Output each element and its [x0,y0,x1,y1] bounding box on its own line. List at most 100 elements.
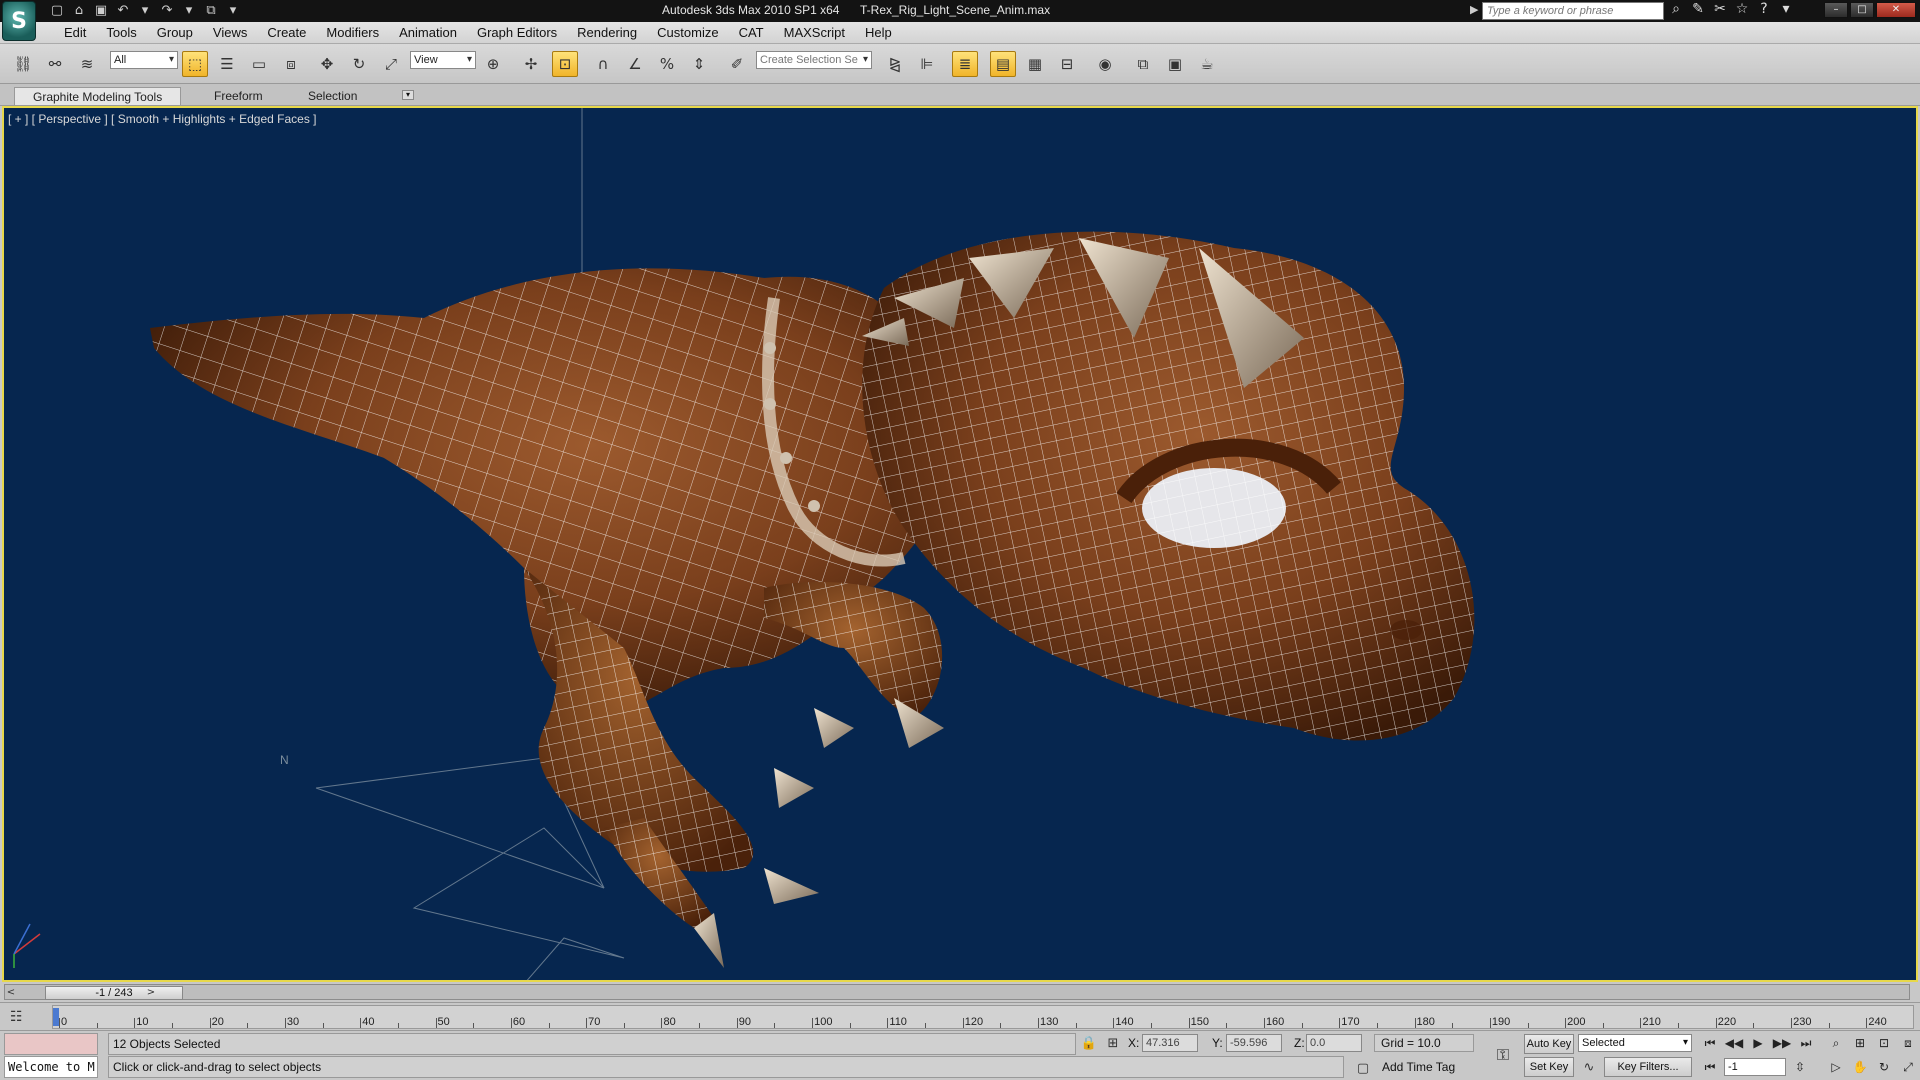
subscription-icon[interactable]: ✎ [1690,1,1706,17]
unlink-icon[interactable]: ⚯ [42,51,68,77]
select-rotate-icon[interactable]: ↻ [346,51,372,77]
menu-group[interactable]: Group [147,25,203,41]
search-binoculars-icon[interactable]: ⌕ [1668,1,1684,17]
reference-coord-select[interactable]: View [410,51,476,69]
close-icon[interactable]: ✕ [1876,2,1916,18]
percent-snap-icon[interactable]: % [654,51,680,77]
project-folder-icon[interactable]: ⧉ [202,2,220,20]
save-icon[interactable]: ▣ [92,2,110,20]
help-dropdown-icon[interactable]: ▾ [1778,1,1794,17]
menu-animation[interactable]: Animation [389,25,467,41]
trex-model[interactable] [150,231,1475,968]
key-filters-button[interactable]: Key Filters... [1604,1057,1692,1077]
select-scale-icon[interactable]: ⤢ [378,51,404,77]
pivot-center-icon[interactable]: ⊕ [480,51,506,77]
key-mode-toggle-icon[interactable]: ⏮ [1700,1058,1720,1076]
goto-start-icon[interactable]: ⏮ [1700,1034,1720,1052]
goto-end-icon[interactable]: ⏭ [1796,1034,1816,1052]
align-icon[interactable]: ⊫ [914,51,940,77]
menu-edit[interactable]: Edit [54,25,96,41]
time-tag-icon[interactable]: ▢ [1354,1060,1372,1078]
mirror-icon[interactable]: ⧎ [882,51,908,77]
zoom-all-icon[interactable]: ⊞ [1850,1034,1870,1052]
menu-cat[interactable]: CAT [729,25,774,41]
snaps-toggle-icon[interactable]: ∩ [590,51,616,77]
material-editor-icon[interactable]: ◉ [1092,51,1118,77]
time-slider-thumb[interactable]: -1 / 243 [45,986,183,1000]
play-icon[interactable]: ▶ [1748,1034,1768,1052]
layer-manager-icon[interactable]: ≣ [952,51,978,77]
named-selection-set-select[interactable]: Create Selection Se [756,51,872,69]
menu-customize[interactable]: Customize [647,25,728,41]
graphite-toggle-icon[interactable]: ▤ [990,51,1016,77]
key-mode-select[interactable]: Selected [1578,1034,1692,1052]
tab-freeform[interactable]: Freeform [196,87,281,105]
set-key-button[interactable]: Set Key [1524,1057,1574,1077]
window-crossing-icon[interactable]: ⧈ [278,51,304,77]
select-manipulate-icon[interactable]: ✢ [518,51,544,77]
menu-modifiers[interactable]: Modifiers [316,25,389,41]
link-icon[interactable]: ⛓ [10,51,36,77]
favorites-star-icon[interactable]: ☆ [1734,1,1750,17]
rendered-frame-window-icon[interactable]: ▣ [1162,51,1188,77]
zoom-icon[interactable]: ⌕ [1826,1034,1846,1052]
qa-customize-icon[interactable]: ▾ [224,2,242,20]
maximize-icon[interactable]: □ [1850,2,1874,18]
rect-selection-region-icon[interactable]: ▭ [246,51,272,77]
maximize-viewport-icon[interactable]: ⤢ [1898,1058,1918,1076]
time-next-icon[interactable]: > [145,986,157,1000]
bind-space-warp-icon[interactable]: ≋ [74,51,100,77]
selection-filter-select[interactable]: All [110,51,178,69]
z-coord-field[interactable]: 0.0 [1306,1034,1362,1052]
app-logo-icon[interactable]: S [2,1,36,41]
time-config-icon[interactable]: ⇳ [1790,1058,1810,1076]
redo-icon[interactable]: ↷ [158,2,176,20]
orbit-icon[interactable]: ↻ [1874,1058,1894,1076]
current-frame-field[interactable]: -1 [1724,1058,1786,1076]
absolute-relative-toggle-icon[interactable]: ⊞ [1104,1035,1122,1053]
help-icon[interactable]: ? [1756,1,1772,17]
search-input[interactable]: Type a keyword or phrase [1482,2,1664,20]
prev-frame-icon[interactable]: ◀◀ [1724,1034,1744,1052]
field-of-view-icon[interactable]: ▷ [1826,1058,1846,1076]
frame-ruler[interactable]: 0 10 20 30 40 50 60 70 80 90 100 110 120 130 140 150 160… [52,1005,1914,1029]
perspective-viewport[interactable]: N [+] [Perspective] [Smooth + Highl… [2,106,1918,982]
edit-named-selection-icon[interactable]: ✐ [724,51,750,77]
select-object-icon[interactable]: ⬚ [182,51,208,77]
x-coord-field[interactable]: 47.316 [1142,1034,1198,1052]
angle-snap-icon[interactable]: ∠ [622,51,648,77]
time-prev-icon[interactable]: < [5,986,17,1000]
track-bar-filter-icon[interactable]: ☷ [10,1009,30,1025]
minimize-icon[interactable]: – [1824,2,1848,18]
redo-dropdown-icon[interactable]: ▾ [180,2,198,20]
time-slider-track[interactable]: < -1 / 243 > [4,984,1910,1000]
communication-icon[interactable]: ✂ [1712,1,1728,17]
next-frame-icon[interactable]: ▶▶ [1772,1034,1792,1052]
zoom-extents-all-icon[interactable]: ⧈ [1898,1034,1918,1052]
selection-lock-icon[interactable]: 🔒 [1080,1035,1098,1053]
curve-icon[interactable]: ∿ [1580,1059,1598,1077]
spinner-snap-icon[interactable]: ⇕ [686,51,712,77]
menu-tools[interactable]: Tools [96,25,146,41]
undo-icon[interactable]: ↶ [114,2,132,20]
render-setup-icon[interactable]: ⧉ [1130,51,1156,77]
select-move-icon[interactable]: ✥ [314,51,340,77]
tab-graphite-modeling-tools[interactable]: Graphite Modeling Tools [14,87,182,105]
menu-views[interactable]: Views [203,25,257,41]
pan-icon[interactable]: ✋ [1850,1058,1870,1076]
maxscript-listener-output[interactable] [4,1033,98,1055]
schematic-view-icon[interactable]: ⊟ [1054,51,1080,77]
set-keys-icon[interactable]: ⚿ [1488,1045,1518,1067]
auto-key-button[interactable]: Auto Key [1524,1034,1574,1054]
zoom-extents-icon[interactable]: ⊡ [1874,1034,1894,1052]
ribbon-minimize-icon[interactable]: ▾ [402,90,414,100]
menu-create[interactable]: Create [257,25,316,41]
viewport-label[interactable]: [ + ] [ Perspective ] [ Smooth + Highlig… [8,112,317,126]
select-by-name-icon[interactable]: ☰ [214,51,240,77]
search-expand-icon[interactable]: ▶ [1470,3,1478,16]
menu-maxscript[interactable]: MAXScript [774,25,855,41]
new-file-icon[interactable]: ▢ [48,2,66,20]
keyboard-shortcut-override-icon[interactable]: ⊡ [552,51,578,77]
curve-editor-icon[interactable]: ▦ [1022,51,1048,77]
undo-dropdown-icon[interactable]: ▾ [136,2,154,20]
